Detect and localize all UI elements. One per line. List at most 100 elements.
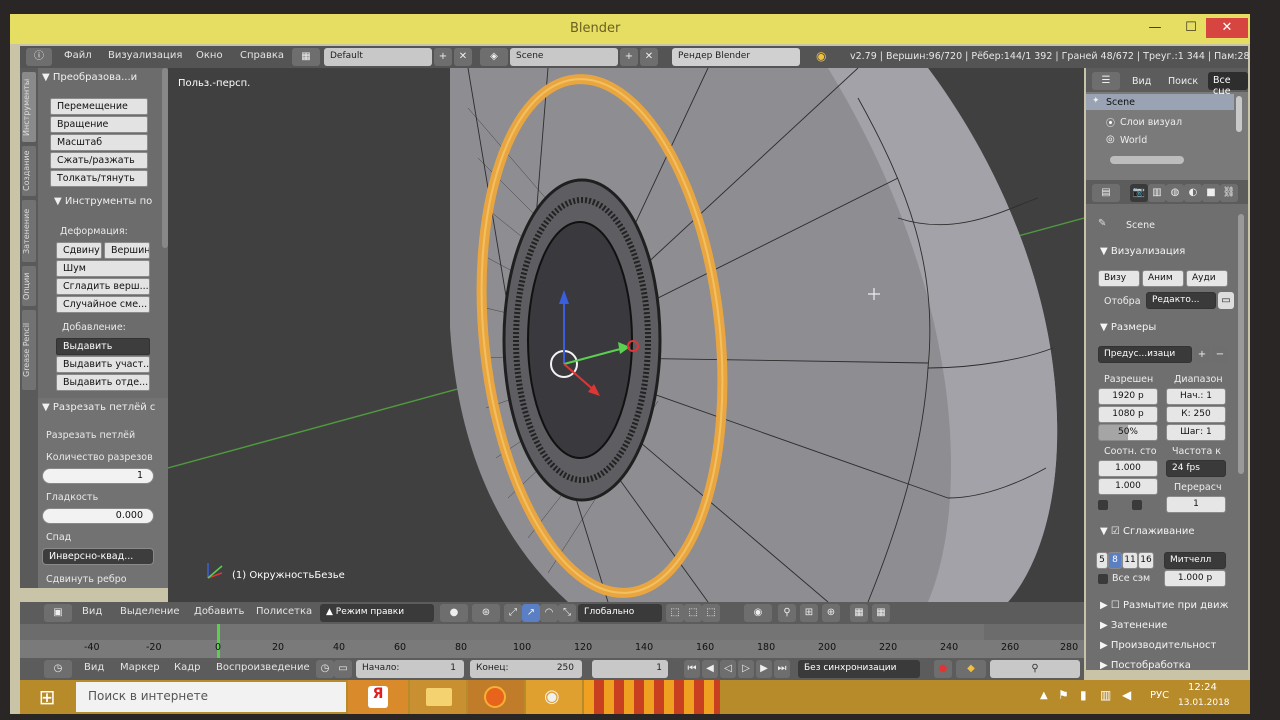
time-remap-field[interactable]: 1	[1166, 496, 1226, 513]
falloff-select[interactable]: Инверсно-квад...	[42, 548, 154, 565]
constraints-tab-icon[interactable]: ⛓	[1220, 184, 1238, 202]
noise-button[interactable]: Шум	[56, 260, 150, 277]
transform-panel-header[interactable]: ▼ Преобразова...и	[42, 72, 137, 83]
shrink-fatten-button[interactable]: Сжать/разжать	[50, 152, 148, 169]
slide-vertex-button[interactable]: Вершин	[104, 242, 150, 259]
info-editor-type-icon[interactable]: ⓘ	[26, 48, 52, 66]
render-engine-select[interactable]: Рендер Blender	[672, 48, 800, 66]
tray-battery-icon[interactable]: ▮	[1080, 688, 1087, 702]
render-layers-tab-icon[interactable]: ▥	[1148, 184, 1166, 202]
snap-target-icon[interactable]: ⊕	[822, 604, 840, 622]
tab-shading[interactable]: Затенение	[22, 200, 36, 262]
outliner-item-world[interactable]: World	[1120, 135, 1147, 146]
viewport-shading-icon[interactable]: ●	[440, 604, 468, 622]
extrude-region-button[interactable]: Выдавить участ...	[56, 356, 150, 373]
menu-file[interactable]: Файл	[64, 50, 92, 61]
outliner-filter-select[interactable]: Все сце	[1208, 72, 1248, 97]
render-still-button[interactable]: Визу	[1098, 270, 1140, 287]
render-audio-button[interactable]: Ауди	[1186, 270, 1228, 287]
rotate-manipulator-icon[interactable]: ◠	[540, 604, 558, 622]
add-layout-icon[interactable]: +	[434, 48, 452, 66]
pin-icon[interactable]: ✎	[1098, 218, 1106, 229]
object-tab-icon[interactable]: ■	[1202, 184, 1220, 202]
proportional-edit-icon[interactable]: ◉	[744, 604, 772, 622]
maximize-button[interactable]: ☐	[1176, 18, 1206, 38]
remove-layout-icon[interactable]: ✕	[454, 48, 472, 66]
tray-flag-icon[interactable]: ⚑	[1058, 688, 1069, 702]
firefox-icon[interactable]	[468, 680, 524, 714]
outliner-menu-view[interactable]: Вид	[1132, 76, 1151, 87]
loopcut-panel-header[interactable]: ▼ Разрезать петлёй с	[42, 402, 155, 413]
windows-start-icon[interactable]: ⊞	[34, 686, 60, 708]
sync-mode-select[interactable]: Без синхронизации	[798, 660, 920, 678]
extrude-individual-button[interactable]: Выдавить отде...	[56, 374, 150, 391]
tray-date[interactable]: 13.01.2018	[1178, 698, 1230, 708]
tab-create[interactable]: Создание	[22, 146, 36, 196]
translate-button[interactable]: Перемещение	[50, 98, 148, 115]
menu-window[interactable]: Окно	[196, 50, 223, 61]
aa-samples-8[interactable]: 8	[1108, 552, 1122, 569]
filter-size-field[interactable]: 1.000 р	[1164, 570, 1226, 587]
tray-time[interactable]: 12:24	[1188, 682, 1217, 693]
tray-up-icon[interactable]: ▲	[1040, 690, 1048, 701]
antialiasing-panel-header[interactable]: ▼ ☑ Сглаживание	[1100, 526, 1195, 537]
outliner-menu-search[interactable]: Поиск	[1168, 76, 1198, 87]
keying-set-icon[interactable]: ◆	[956, 660, 986, 678]
aa-filter-select[interactable]: Митчелл	[1164, 552, 1226, 569]
outliner-item-scene[interactable]: Scene	[1106, 97, 1135, 108]
randomize-button[interactable]: Случайное сме...	[56, 296, 150, 313]
post-processing-panel-header[interactable]: ▶ Постобработка	[1100, 660, 1191, 671]
active-keying-set-field[interactable]: ⚲	[990, 660, 1080, 678]
pivot-point-icon[interactable]: ⊛	[472, 604, 500, 622]
push-pull-button[interactable]: Толкать/тянуть	[50, 170, 148, 187]
vertex-select-icon[interactable]: ⬚	[666, 604, 684, 622]
timeline-menu-playback[interactable]: Воспроизведение	[216, 662, 310, 673]
properties-scrollbar[interactable]	[1238, 214, 1244, 474]
outliner-editor-icon[interactable]: ☰	[1092, 72, 1120, 90]
render-animation-button[interactable]: Аним	[1142, 270, 1184, 287]
tab-tools[interactable]: Инструменты	[22, 72, 36, 142]
full-sample-checkbox[interactable]	[1098, 574, 1108, 584]
taskbar-app-strip[interactable]	[584, 680, 720, 714]
snap-icon[interactable]: ⚲	[778, 604, 796, 622]
outliner-v-scrollbar[interactable]	[1236, 96, 1242, 132]
tray-language[interactable]: РУС	[1150, 690, 1169, 701]
dimensions-panel-header[interactable]: ▼ Размеры	[1100, 322, 1156, 333]
frame-end-field[interactable]: К: 250	[1166, 406, 1226, 423]
cuts-slider[interactable]: 1	[42, 468, 154, 484]
tab-grease-pencil[interactable]: Grease Pencil	[22, 310, 36, 390]
view3d-menu-select[interactable]: Выделение	[120, 606, 180, 617]
layout-icon[interactable]: ▦	[292, 48, 320, 66]
face-select-icon[interactable]: ⬚	[702, 604, 720, 622]
shading-panel-header[interactable]: ▶ Затенение	[1100, 620, 1167, 631]
close-button[interactable]: ✕	[1206, 18, 1248, 38]
scene-icon[interactable]: ◈	[480, 48, 508, 66]
outliner-h-scrollbar[interactable]	[1110, 156, 1184, 164]
resolution-y-field[interactable]: 1080 р	[1098, 406, 1158, 423]
file-explorer-icon[interactable]	[410, 680, 466, 714]
frame-rate-select[interactable]: 24 fps	[1166, 460, 1226, 477]
frame-start-input[interactable]: Начало: 1	[356, 660, 464, 678]
view3d-menu-view[interactable]: Вид	[82, 606, 102, 617]
remove-scene-icon[interactable]: ✕	[640, 48, 658, 66]
view3d-menu-mesh[interactable]: Полисетка	[256, 606, 312, 617]
blender-taskbar-icon[interactable]: ◉	[526, 680, 582, 714]
jump-keyframe-back-icon[interactable]: ◀	[702, 660, 718, 678]
lock-range-icon[interactable]: ▭	[334, 660, 352, 678]
smoothness-slider[interactable]: 0.000	[42, 508, 154, 524]
view3d-menu-add[interactable]: Добавить	[194, 606, 244, 617]
transform-orientation-select[interactable]: Глобально	[578, 604, 662, 622]
crop-checkbox[interactable]	[1132, 500, 1142, 510]
display-select[interactable]: Редакто...	[1146, 292, 1216, 309]
outliner-item-render-layers[interactable]: Слои визуал	[1120, 117, 1182, 128]
snap-element-icon[interactable]: ⊞	[800, 604, 818, 622]
current-frame-input[interactable]: 1	[592, 660, 668, 678]
remove-preset-icon[interactable]: −	[1212, 346, 1228, 363]
jump-keyframe-forward-icon[interactable]: ▶	[756, 660, 772, 678]
yandex-browser-icon[interactable]: Я	[348, 680, 408, 714]
edge-select-icon[interactable]: ⬚	[684, 604, 702, 622]
aspect-x-field[interactable]: 1.000	[1098, 460, 1158, 477]
tray-network-icon[interactable]: ▥	[1100, 688, 1111, 702]
play-icon[interactable]: ▷	[738, 660, 754, 678]
render-tab-icon[interactable]: 📷	[1130, 184, 1148, 202]
